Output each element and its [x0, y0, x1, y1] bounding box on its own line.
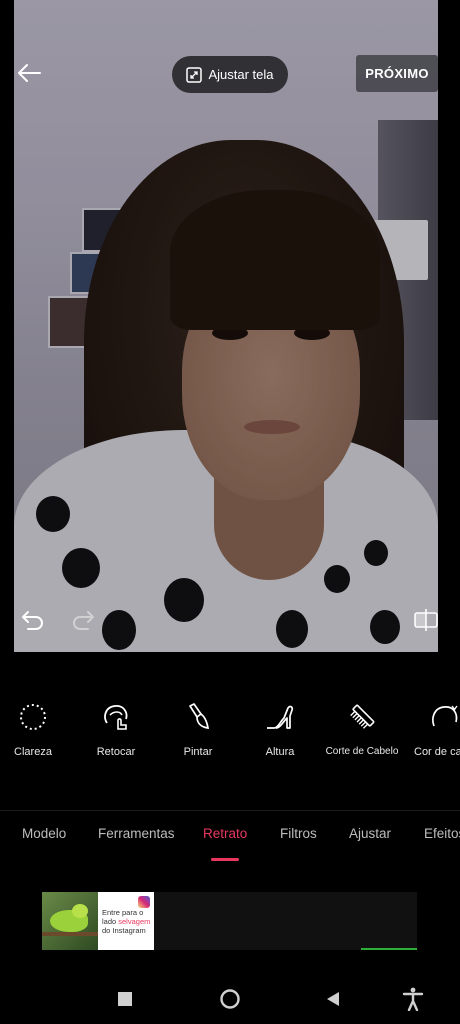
- expand-icon: [186, 66, 203, 83]
- ad-progress-bar: [360, 948, 417, 950]
- next-button[interactable]: PRÓXIMO: [356, 55, 438, 92]
- tool-label: Corte de Cabelo: [325, 746, 399, 757]
- home-button[interactable]: [217, 986, 243, 1012]
- accessibility-icon: [402, 987, 424, 1011]
- ad-line: lado selvagem: [102, 917, 151, 926]
- back-button[interactable]: [14, 58, 44, 88]
- ad-line: do Instagram: [102, 926, 146, 935]
- arrow-left-icon: [18, 64, 41, 82]
- tab-efeitos[interactable]: Efeitos: [424, 826, 460, 841]
- portrait-tools: Clareza Retocar Pintar Altura Corte de C…: [0, 700, 460, 770]
- accessibility-button[interactable]: [400, 986, 426, 1012]
- square-icon: [118, 992, 132, 1006]
- compare-icon: [414, 609, 438, 631]
- undo-icon: [22, 611, 43, 630]
- tool-label: Altura: [265, 746, 295, 758]
- active-tab-indicator: [211, 858, 239, 861]
- photo-overlay: [14, 0, 438, 652]
- ad-image: [42, 892, 98, 950]
- redo-icon: [73, 611, 94, 630]
- tool-retocar[interactable]: Retocar: [78, 700, 154, 758]
- touch-face-icon: [104, 705, 128, 730]
- tab-ferramentas[interactable]: Ferramentas: [98, 826, 175, 841]
- dotted-circle-icon: [20, 704, 46, 730]
- tool-label: Clareza: [14, 746, 52, 758]
- tool-label: Retocar: [96, 746, 136, 758]
- compare-button[interactable]: [412, 608, 440, 632]
- system-nav-bar: [0, 972, 460, 1024]
- divider: [0, 810, 460, 811]
- tool-clareza[interactable]: Clareza: [0, 700, 71, 758]
- fit-screen-label: Ajustar tela: [208, 67, 274, 82]
- ad-banner[interactable]: Entre para o lado selvagem do Instagram: [42, 892, 417, 950]
- comb-icon: [350, 704, 375, 729]
- tool-label: Cor de cab: [414, 746, 460, 758]
- fit-screen-button[interactable]: Ajustar tela: [172, 56, 288, 93]
- tab-retrato[interactable]: Retrato: [203, 826, 247, 841]
- tool-cor-de-cabelo[interactable]: Cor de cab: [406, 700, 460, 758]
- tab-filtros[interactable]: Filtros: [280, 826, 317, 841]
- high-heel-icon: [267, 705, 294, 729]
- undo-button[interactable]: [20, 608, 46, 632]
- tool-altura[interactable]: Altura: [242, 700, 318, 758]
- next-label: PRÓXIMO: [365, 66, 429, 81]
- home-circle-icon: [220, 989, 240, 1009]
- tab-modelo[interactable]: Modelo: [22, 826, 66, 841]
- instagram-icon: [138, 896, 150, 908]
- tool-pintar[interactable]: Pintar: [160, 700, 236, 758]
- triangle-back-icon: [327, 992, 339, 1006]
- redo-button[interactable]: [70, 608, 96, 632]
- recents-button[interactable]: [112, 986, 138, 1012]
- brush-icon: [189, 703, 210, 730]
- ad-text-card: Entre para o lado selvagem do Instagram: [98, 892, 154, 950]
- hair-color-icon: [432, 705, 458, 727]
- tab-ajustar[interactable]: Ajustar: [349, 826, 391, 841]
- back-nav-button[interactable]: [320, 986, 346, 1012]
- ad-line: Entre para o: [102, 908, 144, 917]
- tool-label: Pintar: [183, 746, 213, 758]
- tool-corte-de-cabelo[interactable]: Corte de Cabelo: [324, 700, 400, 757]
- photo-canvas[interactable]: [14, 0, 438, 652]
